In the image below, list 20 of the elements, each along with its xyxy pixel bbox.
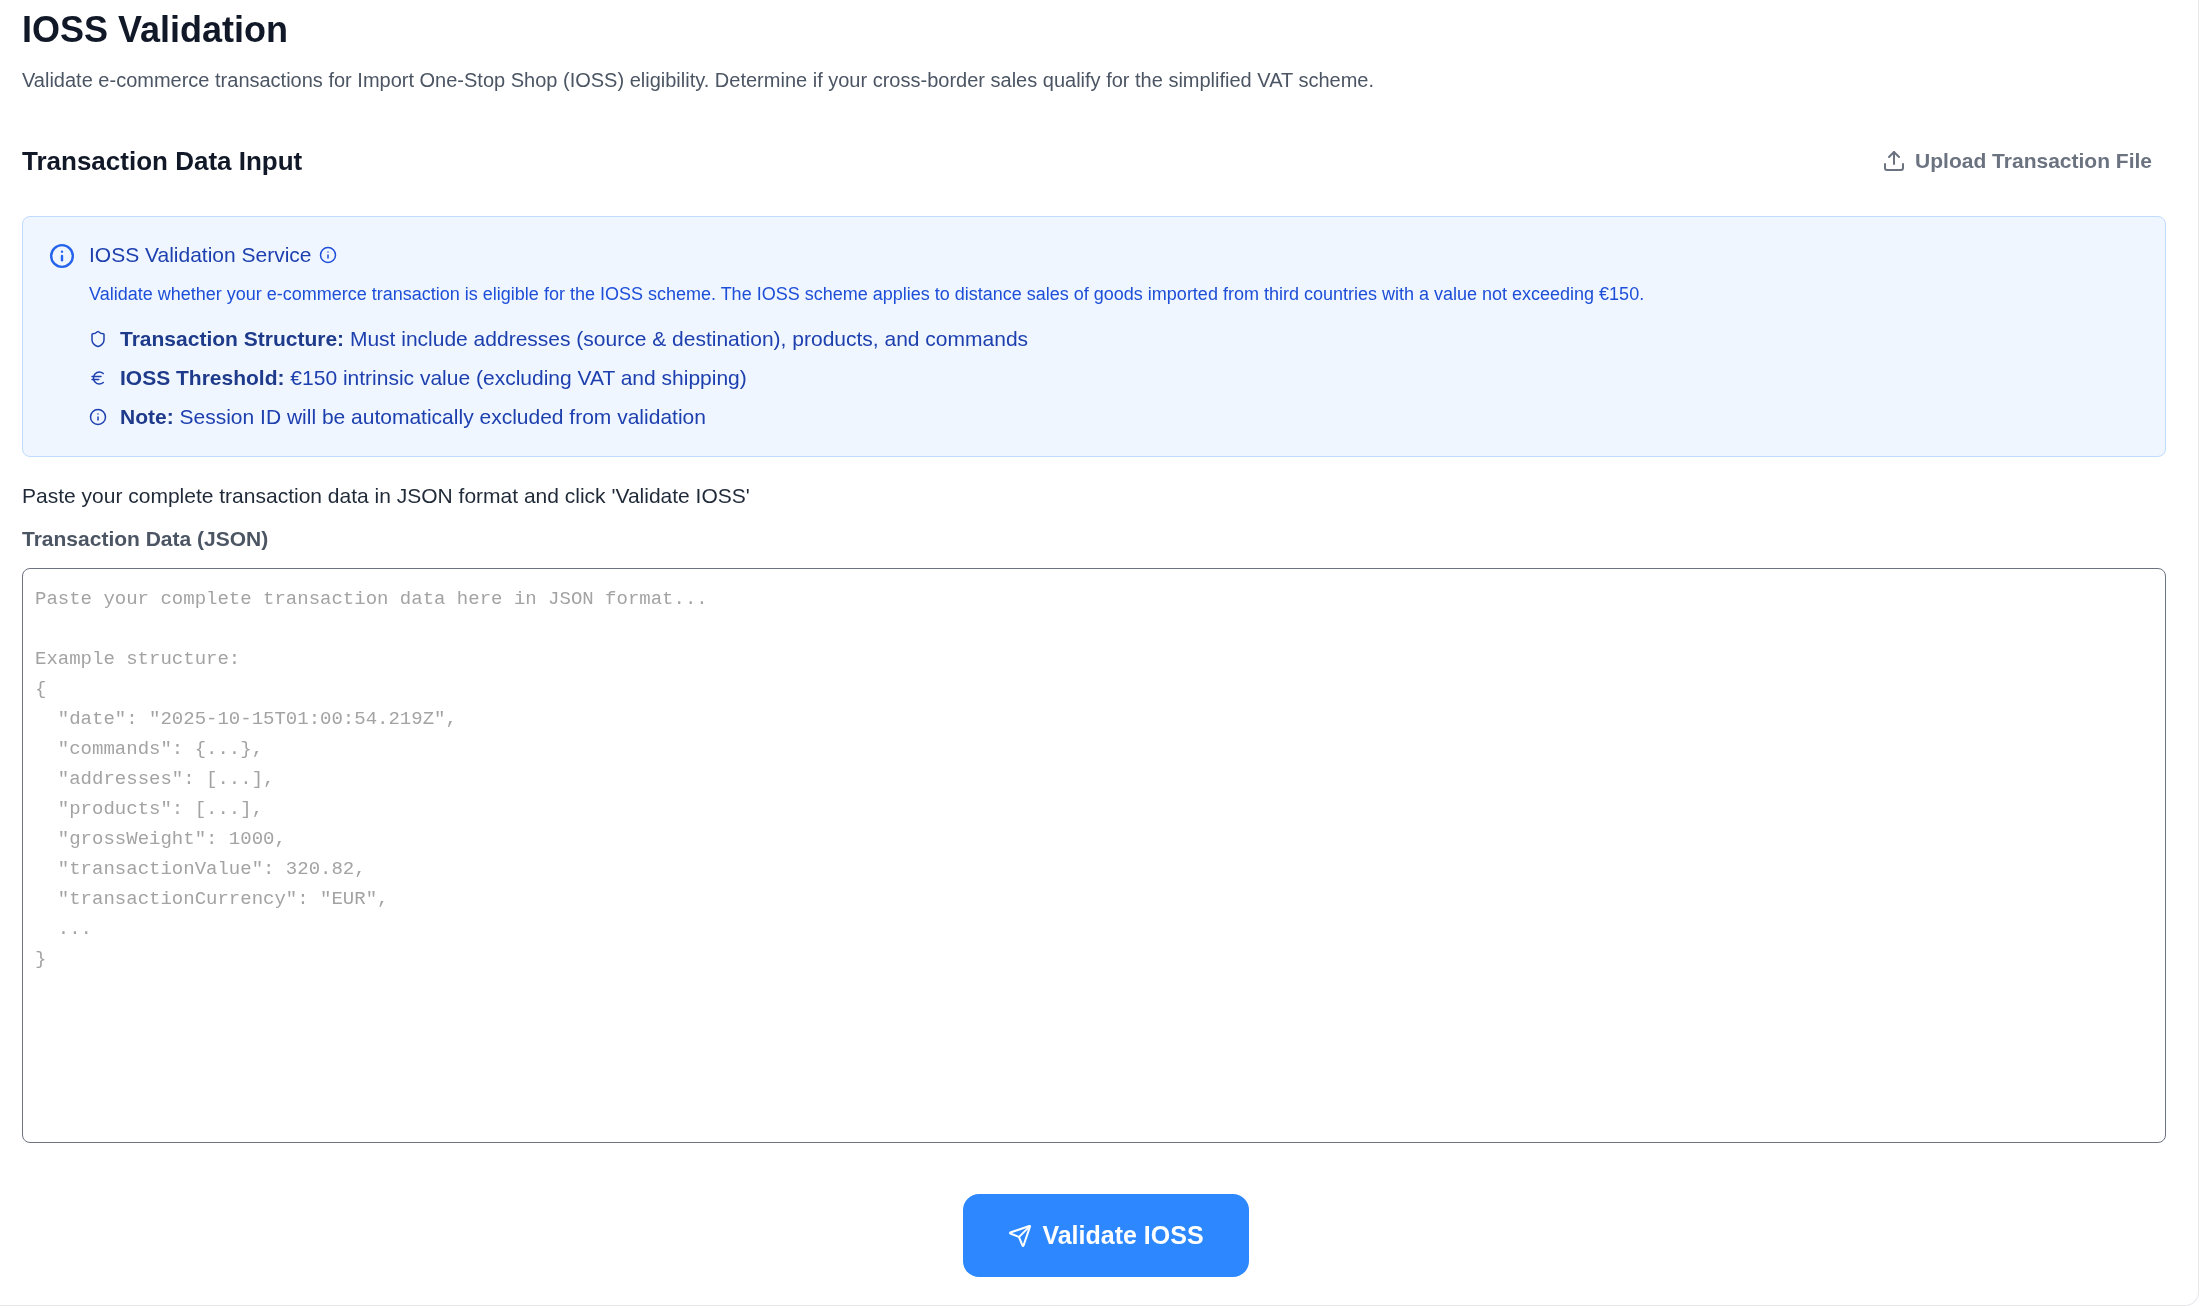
info-item-text: Transaction Structure: Must include addresses (source & destination), products, and commands (120, 326, 1029, 352)
page-subtitle: Validate e-commerce transactions for Import One-Stop Shop (IOSS) eligibility. Determine if your cross-border sales qualify for the simplified VAT scheme. (22, 68, 1375, 93)
upload-file-button[interactable]: Upload Transaction File (1868, 143, 2166, 179)
instructions-text: Paste your complete transaction data in JSON format and click 'Validate IOSS' (22, 483, 751, 509)
info-icon (49, 243, 75, 269)
info-icon (89, 408, 107, 426)
upload-icon (1882, 149, 1907, 173)
validate-button[interactable]: Validate IOSS (963, 1194, 1249, 1277)
info-item-text: IOSS Threshold: €150 intrinsic value (excluding VAT and shipping) (120, 365, 747, 391)
json-input-label: Transaction Data (JSON) (22, 526, 270, 552)
section-title: Transaction Data Input (22, 145, 303, 178)
info-item-text: Note: Session ID will be automatically excluded from validation (120, 404, 706, 430)
info-panel-title: IOSS Validation Service (89, 242, 312, 268)
euro-icon (89, 369, 107, 387)
info-icon[interactable] (318, 246, 337, 264)
json-input-field[interactable]: Paste your complete transaction data here in JSON format... Example structure: { "date": "2025-10-15T01:00:54.219Z", "commands": {...}, "addresses": [...], "products": [...], "grossWeight": 1000, "transactionValue": 320.82, "transactionCurrency": "EUR", ... } (22, 568, 2166, 1143)
shield-icon (89, 330, 107, 348)
page-title: IOSS Validation (22, 8, 290, 52)
send-icon (1008, 1223, 1033, 1248)
info-panel-description: Validate whether your e-commerce transaction is eligible for the IOSS scheme. The IOSS scheme applies to distance sales of goods imported from third countries with a value not exceeding €150. (89, 283, 1645, 306)
